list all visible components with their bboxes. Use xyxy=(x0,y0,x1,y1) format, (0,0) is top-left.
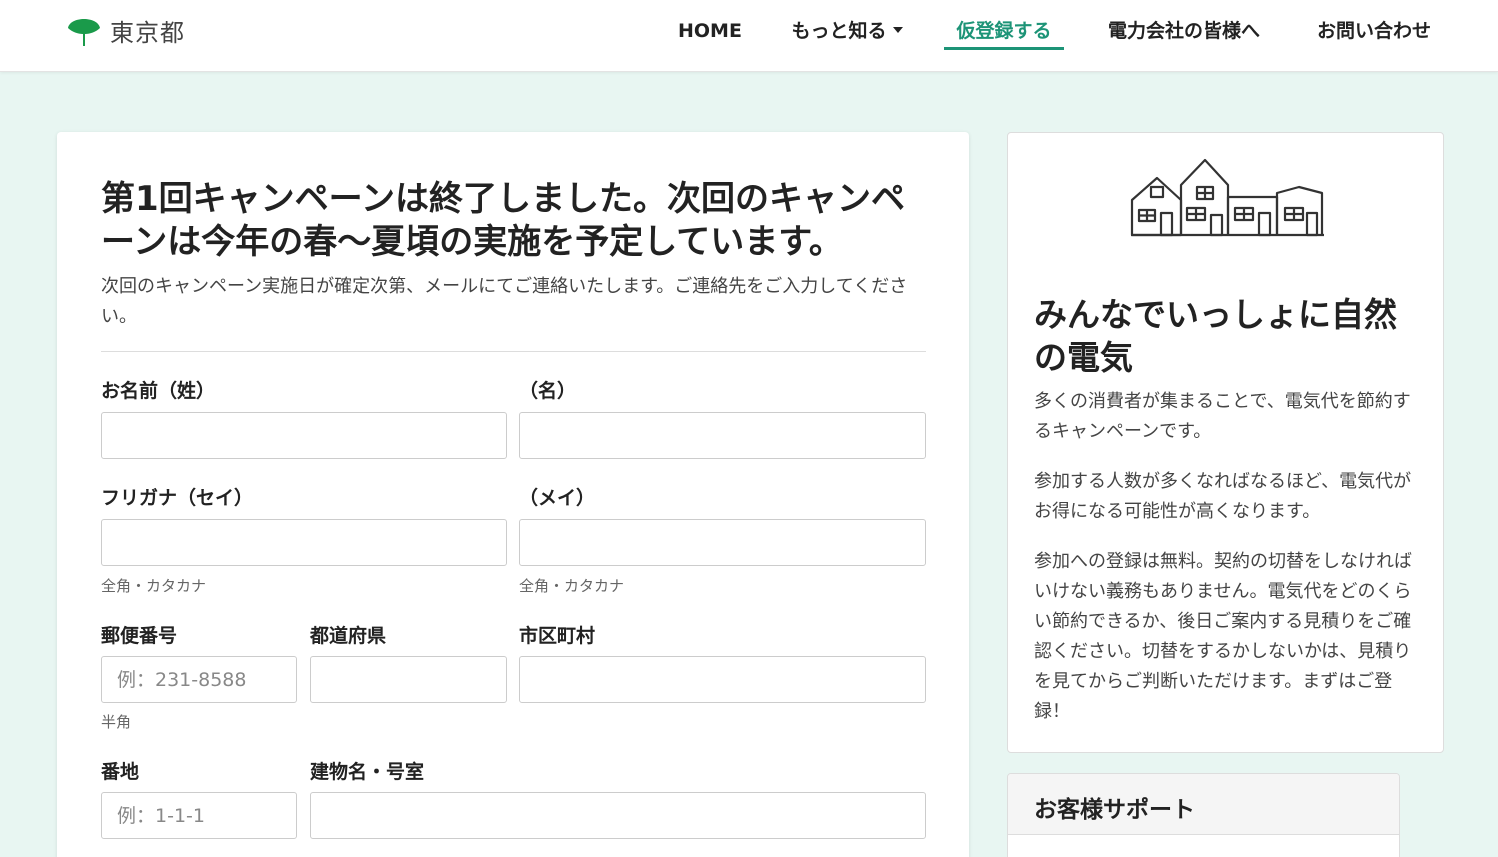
caret-down-icon xyxy=(892,26,903,33)
nav-home-label: HOME xyxy=(678,20,742,42)
last-name-input[interactable] xyxy=(101,412,507,459)
nav-power-companies-label: 電力会社の皆様へ xyxy=(1107,20,1260,42)
first-kana-hint: 全角・カタカナ xyxy=(519,577,625,595)
last-kana-input[interactable] xyxy=(101,519,507,566)
nav-learn-more-label: もっと知る xyxy=(791,20,887,42)
logo-text: 東京都 xyxy=(110,18,185,47)
nav-contact[interactable]: お問い合わせ xyxy=(1314,16,1434,50)
city-input[interactable] xyxy=(519,656,926,703)
nav-learn-more[interactable]: もっと知る xyxy=(787,16,907,50)
ginkgo-leaf-icon xyxy=(68,19,100,46)
last-kana-label: フリガナ（セイ） xyxy=(101,487,254,509)
last-name-label: お名前（姓） xyxy=(101,380,216,402)
customer-support-card: お客様サポート xyxy=(1007,773,1400,857)
page-title: 第1回キャンペーンは終了しました。次回のキャンペーンは今年の春〜夏頃の実施を予定… xyxy=(101,179,905,262)
campaign-info-card: みんなでいっしょに自然の電気 多くの消費者が集まることで、電気代を節約するキャン… xyxy=(1007,132,1444,753)
first-kana-label: （メイ） xyxy=(519,487,596,509)
campaign-title: みんなでいっしょに自然の電気 xyxy=(1034,295,1397,377)
houses-icon xyxy=(1130,158,1324,237)
nav-register-label: 仮登録する xyxy=(956,20,1052,42)
first-kana-input[interactable] xyxy=(519,519,926,566)
building-input[interactable] xyxy=(310,792,926,839)
address-input[interactable] xyxy=(101,792,297,839)
nav-power-companies[interactable]: 電力会社の皆様へ xyxy=(1104,16,1264,50)
site-logo[interactable]: 東京都 xyxy=(66,12,185,48)
first-name-label: （名） xyxy=(519,380,577,402)
nav-contact-label: お問い合わせ xyxy=(1316,20,1431,42)
address-label: 番地 xyxy=(101,761,140,783)
nav-register[interactable]: 仮登録する xyxy=(944,16,1064,50)
support-title: お客様サポート xyxy=(1034,797,1195,823)
page-description: 次回のキャンペーン実施日が確定次第、メールにてご連絡いたします。ご連絡先をご入力… xyxy=(101,276,908,327)
campaign-paragraph-2: 参加する人数が多くなればなるほど、電気代がお得になる可能性が高くなります。 xyxy=(1034,471,1412,522)
building-label: 建物名・号室 xyxy=(310,761,425,783)
city-label: 市区町村 xyxy=(519,625,596,647)
site-header: 東京都 HOME もっと知る 仮登録する 電力会社の皆様へ お問い合わせ xyxy=(0,0,1498,72)
last-kana-hint: 全角・カタカナ xyxy=(101,577,207,595)
registration-card: 第1回キャンペーンは終了しました。次回のキャンペーンは今年の春〜夏頃の実施を予定… xyxy=(57,132,969,857)
prefecture-label: 都道府県 xyxy=(310,625,387,647)
postal-code-hint: 半角 xyxy=(101,713,132,731)
campaign-paragraph-3: 参加への登録は無料。契約の切替をしなければいけない義務もありません。電気代をどの… xyxy=(1034,551,1412,722)
divider xyxy=(101,351,926,352)
first-name-input[interactable] xyxy=(519,412,926,459)
nav-home[interactable]: HOME xyxy=(678,16,742,50)
support-card-header: お客様サポート xyxy=(1008,774,1399,835)
prefecture-input[interactable] xyxy=(310,656,507,703)
campaign-paragraph-1: 多くの消費者が集まることで、電気代を節約するキャンペーンです。 xyxy=(1034,391,1411,442)
postal-code-input[interactable] xyxy=(101,656,297,703)
postal-code-label: 郵便番号 xyxy=(101,625,178,647)
